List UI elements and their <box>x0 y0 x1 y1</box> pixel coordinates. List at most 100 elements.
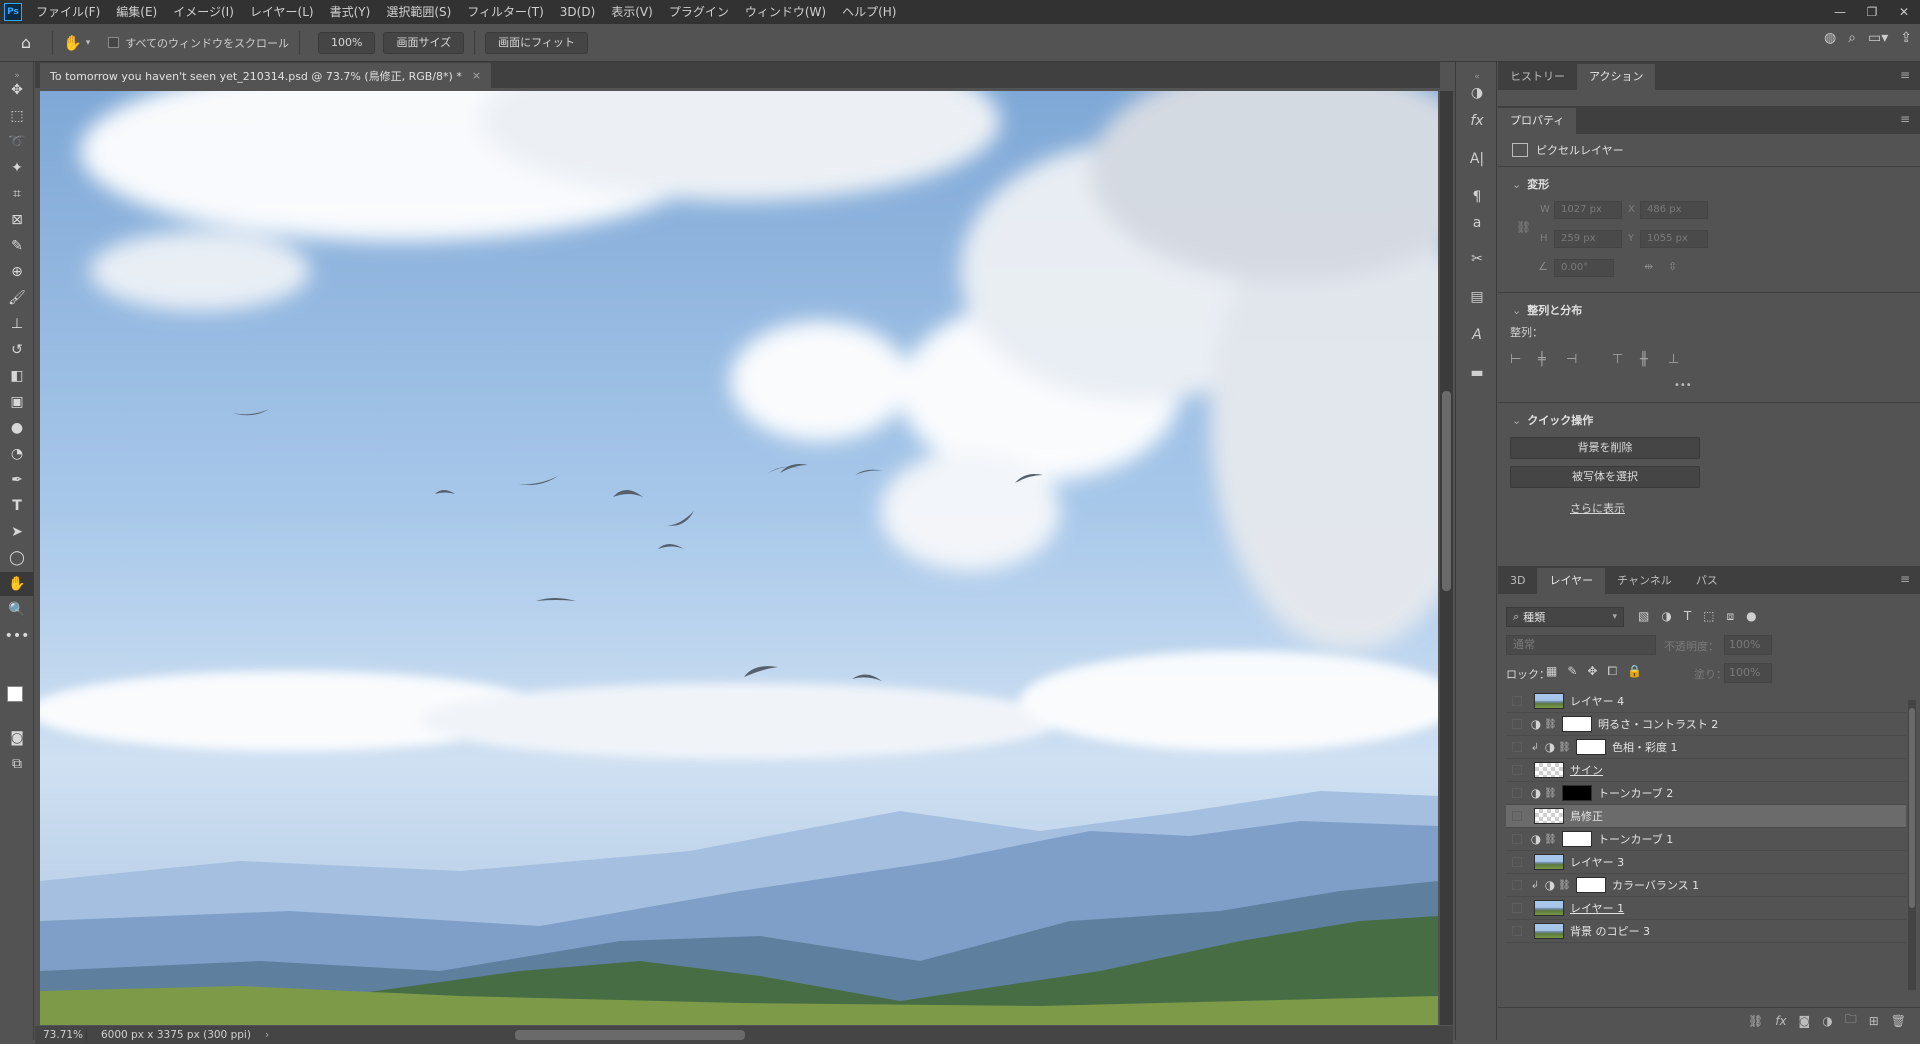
tab-properties[interactable]: プロパティ <box>1498 108 1577 134</box>
panel-menu-icon[interactable]: ≡ <box>1900 572 1910 586</box>
stamp-tool-icon[interactable]: ⊥ <box>0 312 34 336</box>
link-icon[interactable]: ⛓ <box>1516 220 1531 234</box>
more-options-icon[interactable]: ••• <box>1674 380 1692 391</box>
move-tool-icon[interactable]: ✥ <box>0 78 34 102</box>
lock-artboard-icon[interactable]: ⧠ <box>1607 664 1617 679</box>
blend-mode-select[interactable]: 通常 <box>1506 635 1656 655</box>
layer-thumbnail[interactable] <box>1534 762 1564 778</box>
menu-item-2[interactable]: イメージ(I) <box>165 0 242 24</box>
layer-row[interactable]: レイヤー 3 <box>1506 851 1906 874</box>
layer-thumbnail[interactable] <box>1562 831 1592 847</box>
height-field[interactable]: 259 px <box>1554 230 1622 248</box>
gradients-panel-icon[interactable]: ▬ <box>1456 360 1498 386</box>
layer-name[interactable]: 明るさ・コントラスト 2 <box>1598 716 1718 732</box>
pen-tool-icon[interactable]: ✒ <box>0 468 34 492</box>
align-vcenter-icon[interactable]: ╫ <box>1640 352 1648 367</box>
layer-row[interactable]: 背景 のコピー 3 <box>1506 920 1906 943</box>
layer-row[interactable]: ◑ ⛓ トーンカーブ 2 <box>1506 782 1906 805</box>
visibility-toggle[interactable] <box>1506 897 1528 919</box>
lock-pixels-icon[interactable]: ✎ <box>1567 664 1577 679</box>
screen-mode-icon[interactable]: ⧉ <box>0 752 34 776</box>
align-top-icon[interactable]: ⊤ <box>1612 352 1623 367</box>
adjustment-layer-icon[interactable]: ◑ <box>1542 740 1558 754</box>
flip-vertical-icon[interactable]: ⇳ <box>1668 260 1677 273</box>
close-window-button[interactable]: ✕ <box>1888 0 1920 24</box>
search-icon[interactable]: ⌕ <box>1848 30 1856 46</box>
ellipse-tool-icon[interactable]: ◯ <box>0 546 34 570</box>
fill-screen-button[interactable]: 画面にフィット <box>485 31 588 54</box>
layer-name[interactable]: レイヤー 4 <box>1570 693 1624 709</box>
tab-paths[interactable]: パス <box>1684 568 1730 594</box>
home-icon[interactable]: ⌂ <box>10 29 42 57</box>
flip-horizontal-icon[interactable]: ⇹ <box>1644 260 1653 273</box>
menu-item-8[interactable]: 表示(V) <box>603 0 661 24</box>
layer-thumbnail[interactable] <box>1562 785 1592 801</box>
layer-thumbnail[interactable] <box>1534 693 1564 709</box>
mask-link-icon[interactable]: ⛓ <box>1558 742 1571 753</box>
add-mask-icon[interactable]: ◙ <box>1799 1014 1811 1028</box>
lasso-tool-icon[interactable]: ➰ <box>0 130 34 154</box>
canvas-vertical-scrollbar[interactable] <box>1440 91 1453 1025</box>
adjustment-layer-icon[interactable]: ◑ <box>1528 717 1544 731</box>
adjustment-layer-icon[interactable]: ◑ <box>1528 786 1544 800</box>
scrollbar-thumb[interactable] <box>1442 391 1451 591</box>
brush-tool-icon[interactable]: 🖌 <box>0 286 34 310</box>
layer-row[interactable]: レイヤー 4 <box>1506 690 1906 713</box>
canvas-horizontal-scrollbar-thumb[interactable] <box>515 1030 745 1040</box>
quick-actions-section-title[interactable]: クイック操作 <box>1512 412 1593 428</box>
learn-icon[interactable]: ◍ <box>1824 30 1836 46</box>
width-field[interactable]: 1027 px <box>1554 201 1622 219</box>
layer-row[interactable]: サイン <box>1506 759 1906 782</box>
tab-actions[interactable]: アクション <box>1577 64 1656 90</box>
fill-field[interactable]: 100% <box>1724 663 1772 683</box>
align-left-icon[interactable]: ⊢ <box>1510 352 1521 367</box>
path-selection-tool-icon[interactable]: ➤ <box>0 520 34 544</box>
menu-item-11[interactable]: ヘルプ(H) <box>834 0 904 24</box>
status-menu-arrow-icon[interactable]: › <box>265 1029 269 1041</box>
angle-field[interactable]: 0.00° <box>1554 259 1614 277</box>
new-layer-icon[interactable]: ⊞ <box>1869 1014 1879 1028</box>
layer-thumbnail[interactable] <box>1534 923 1564 939</box>
menu-item-6[interactable]: フィルター(T) <box>459 0 551 24</box>
layer-name[interactable]: レイヤー 1 <box>1570 900 1624 916</box>
zoom-100-button[interactable]: 100% <box>318 31 376 54</box>
layer-name[interactable]: トーンカーブ 2 <box>1598 785 1673 801</box>
type-filter-icon[interactable]: T <box>1684 609 1691 624</box>
gradient-tool-icon[interactable]: ▣ <box>0 390 34 414</box>
tool-presets-icon[interactable]: ✂ <box>1456 246 1498 272</box>
crop-tool-icon[interactable]: ⌗ <box>0 182 34 206</box>
eraser-tool-icon[interactable]: ◧ <box>0 364 34 388</box>
tab-layers[interactable]: レイヤー <box>1537 568 1606 594</box>
layer-thumbnail[interactable] <box>1576 739 1606 755</box>
fit-screen-button[interactable]: 画面サイズ <box>383 31 465 54</box>
adjustments-panel-icon[interactable]: ◑ <box>1456 80 1498 106</box>
scroll-all-windows-checkbox[interactable]: すべてのウィンドウをスクロール <box>108 35 289 51</box>
layer-name[interactable]: 背景 のコピー 3 <box>1570 923 1650 939</box>
menu-item-1[interactable]: 編集(E) <box>108 0 165 24</box>
layer-name[interactable]: 鳥修正 <box>1570 808 1603 824</box>
layer-row[interactable]: レイヤー 1 <box>1506 897 1906 920</box>
layer-thumbnail[interactable] <box>1534 808 1564 824</box>
adjustment-filter-icon[interactable]: ◑ <box>1661 609 1671 624</box>
opacity-field[interactable]: 100% <box>1724 635 1772 655</box>
layer-thumbnail[interactable] <box>1576 877 1606 893</box>
foreground-color-swatch[interactable] <box>7 686 23 702</box>
visibility-toggle[interactable] <box>1506 759 1528 781</box>
align-bottom-icon[interactable]: ⊥ <box>1668 352 1679 367</box>
zoom-level[interactable]: 73.71% <box>35 1029 87 1041</box>
tab-3d[interactable]: 3D <box>1498 568 1537 594</box>
eyedropper-tool-icon[interactable]: ✎ <box>0 234 34 258</box>
visibility-toggle[interactable] <box>1506 736 1528 758</box>
align-section-title[interactable]: 整列と分布 <box>1512 302 1582 318</box>
panel-menu-icon[interactable]: ≡ <box>1900 112 1910 126</box>
transform-section-title[interactable]: 変形 <box>1512 176 1549 192</box>
type-tool-icon[interactable]: T <box>0 494 34 518</box>
shape-filter-icon[interactable]: ⬚ <box>1703 609 1714 624</box>
layers-scrollbar[interactable] <box>1908 700 1916 990</box>
lock-all-icon[interactable]: 🔒 <box>1627 664 1642 679</box>
layer-row[interactable]: ↲ ◑ ⛓ 色相・彩度 1 <box>1506 736 1906 759</box>
zoom-tool-icon[interactable]: 🔍 <box>0 598 34 622</box>
tab-history[interactable]: ヒストリー <box>1498 64 1577 90</box>
libraries-panel-icon[interactable]: ▤ <box>1456 284 1498 310</box>
blur-tool-icon[interactable]: ● <box>0 416 34 440</box>
